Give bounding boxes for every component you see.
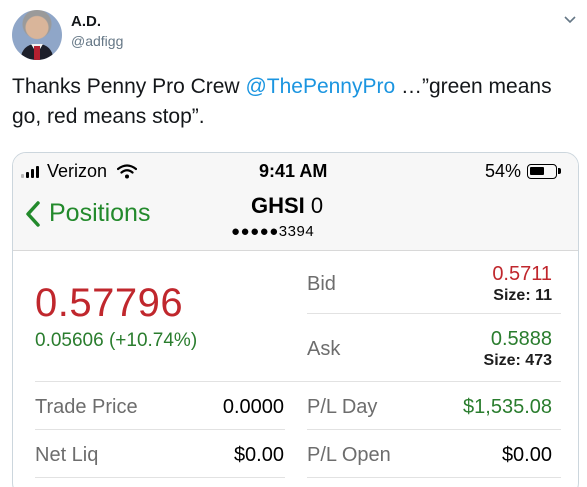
carrier-status: Verizon [21, 161, 138, 182]
trade-price-value: 0.0000 [222, 396, 284, 418]
last-price: 0.57796 [35, 281, 184, 325]
pl-open-label: P/L Open [307, 444, 391, 466]
price-change: 0.05606 (+10.74%) [35, 330, 198, 351]
wifi-icon [117, 164, 138, 179]
mention-link[interactable]: @ThePennyPro [245, 75, 395, 98]
status-time: 9:41 AM [259, 161, 328, 181]
position-title: GHSI 0 [251, 193, 323, 219]
avatar[interactable] [12, 10, 62, 60]
trade-price-label: Trade Price [35, 396, 138, 418]
battery-percent: 54% [485, 161, 522, 181]
divider [35, 477, 285, 478]
carrier-label: Verizon [47, 161, 108, 181]
net-liq-value: $0.00 [233, 444, 284, 466]
tweet-media[interactable]: Verizon 9:41 AM 54% Positions GHSI 0 ●●●… [12, 152, 579, 487]
back-label: Positions [49, 199, 151, 227]
divider [35, 381, 561, 382]
phone-header: Verizon 9:41 AM 54% Positions GHSI 0 ●●●… [13, 153, 578, 251]
battery-icon [527, 164, 562, 179]
bid-label: Bid [307, 273, 336, 295]
ask-size: Size: 473 [483, 352, 552, 369]
account-number: ●●●●●3394 [231, 223, 315, 240]
bid-price: 0.5711 [492, 263, 552, 285]
user-handle[interactable]: @adfigg [71, 33, 123, 49]
back-button[interactable]: Positions [25, 199, 150, 228]
pl-open-value: $0.00 [501, 444, 552, 466]
ask-label: Ask [307, 338, 341, 360]
divider [307, 313, 561, 314]
ask-price: 0.5888 [490, 328, 552, 350]
battery-status: 54% [485, 161, 562, 182]
divider [35, 429, 285, 430]
divider [307, 477, 561, 478]
position-quantity: 0 [310, 193, 324, 218]
bid-size: Size: 11 [493, 287, 552, 304]
ticker-symbol: GHSI [251, 193, 305, 218]
signal-icon [21, 165, 39, 178]
net-liq-label: Net Liq [35, 444, 99, 466]
tweet-text: Thanks Penny Pro Crew @ThePennyPro …”gre… [12, 72, 582, 132]
divider [307, 429, 561, 430]
pl-day-label: P/L Day [307, 396, 378, 418]
chevron-down-icon[interactable] [563, 12, 577, 26]
display-name[interactable]: A.D. [71, 13, 101, 30]
tweet-text-part: Thanks Penny Pro Crew [12, 75, 246, 98]
pl-day-value: $1,535.08 [463, 396, 552, 418]
back-chevron-icon [26, 200, 40, 227]
